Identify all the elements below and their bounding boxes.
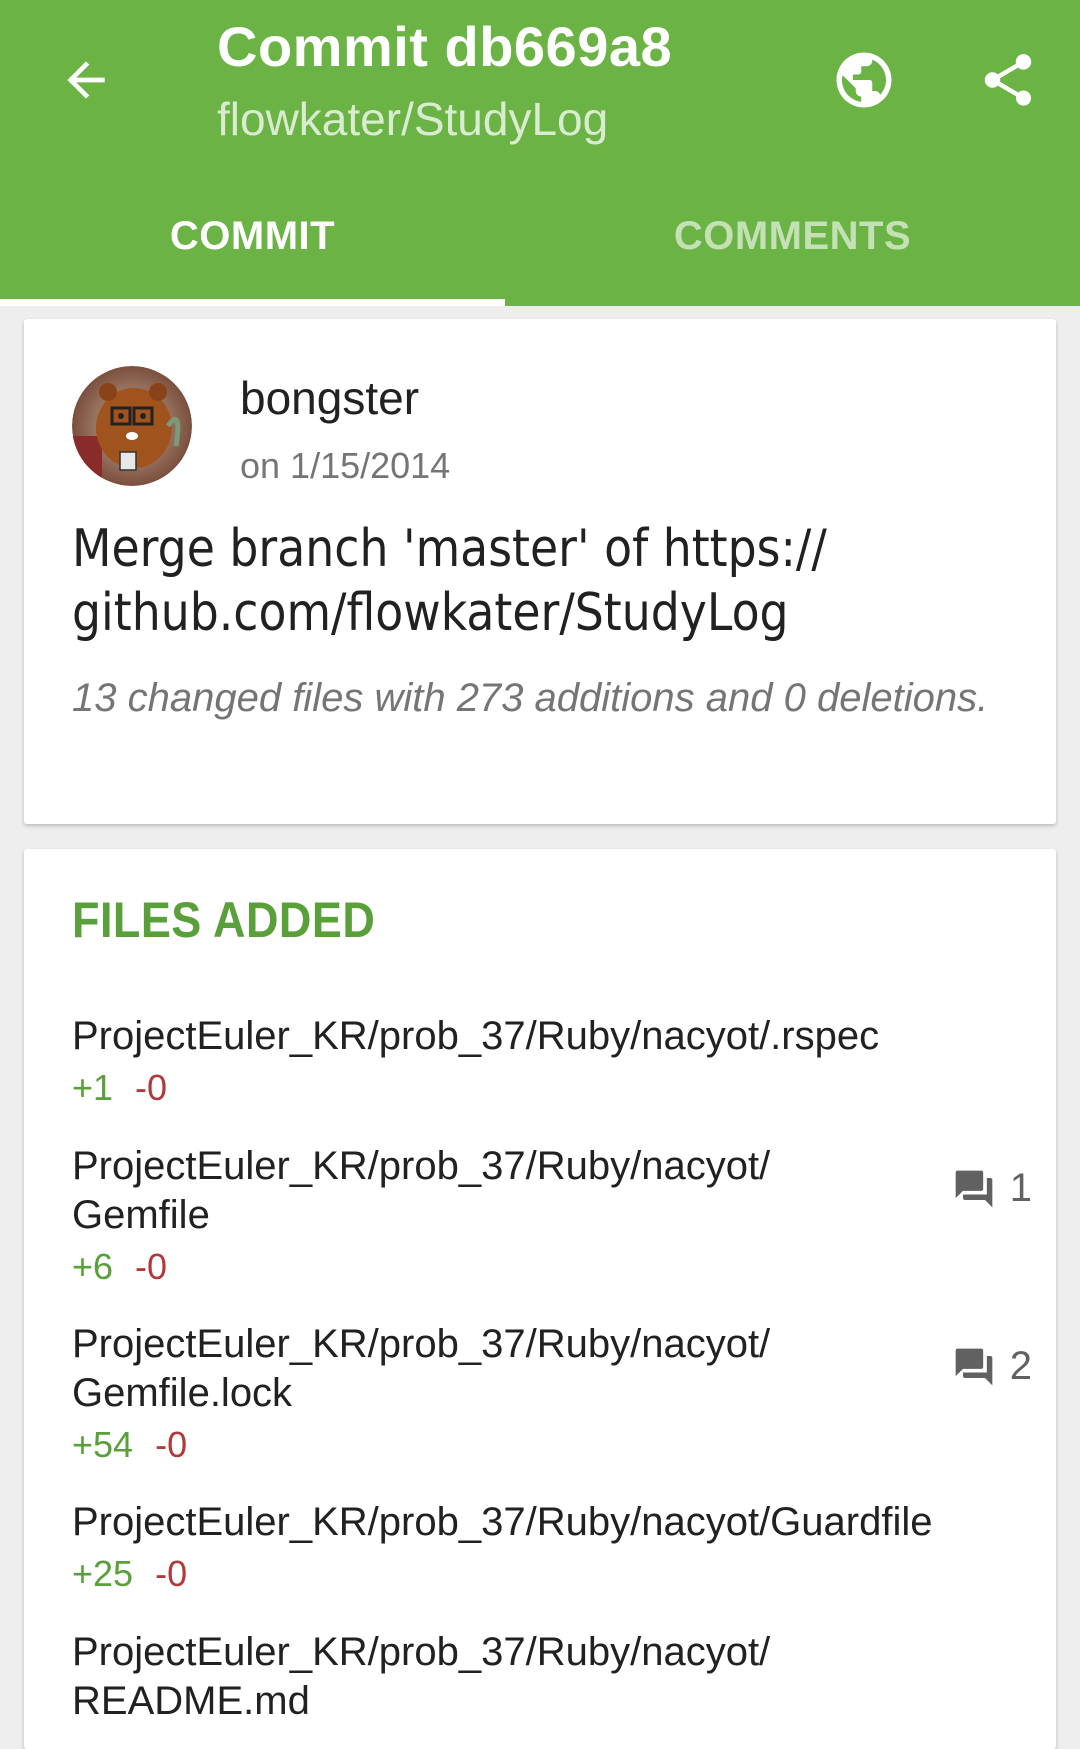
files-section-title: FILES ADDED: [72, 892, 376, 948]
file-path: ProjectEuler_KR/prob_37/Ruby/nacyot/Guar…: [72, 1500, 933, 1544]
file-path: ProjectEuler_KR/prob_37/Ruby/nacyot/ REA…: [72, 1630, 771, 1723]
file-deletions: -0: [135, 1246, 168, 1287]
forum-icon: [955, 1348, 993, 1385]
repo-subtitle: flowkater/StudyLog: [217, 93, 609, 145]
file-additions: +25: [72, 1553, 134, 1594]
file-path: ProjectEuler_KR/prob_37/Ruby/nacyot/.rsp…: [72, 1014, 880, 1058]
file-deletions: -0: [135, 1067, 168, 1108]
tab-commit[interactable]: COMMIT: [0, 196, 505, 276]
file-item[interactable]: ProjectEuler_KR/prob_37/Ruby/nacyot/.rsp…: [72, 1012, 1032, 1109]
file-diff-stats: +1 -0: [72, 1067, 1032, 1109]
comment-count-label: 2: [1009, 1344, 1032, 1388]
comment-count-label: 1: [1009, 1166, 1032, 1210]
tab-comments[interactable]: COMMENTS: [540, 196, 1045, 276]
file-item[interactable]: ProjectEuler_KR/prob_37/Ruby/nacyot/Guar…: [72, 1498, 1032, 1595]
file-path: ProjectEuler_KR/prob_37/Ruby/nacyot/ Gem…: [72, 1144, 771, 1237]
file-diff-stats: +54 -0: [72, 1424, 1032, 1466]
open-in-browser-button[interactable]: [828, 44, 900, 116]
files-card: FILES ADDED ProjectEuler_KR/prob_37/Ruby…: [24, 849, 1056, 1749]
file-comment-count: 1: [952, 1166, 1032, 1211]
file-path: ProjectEuler_KR/prob_37/Ruby/nacyot/ Gem…: [72, 1322, 771, 1415]
avatar[interactable]: [72, 366, 192, 486]
file-comment-count: 2: [952, 1344, 1032, 1389]
commit-message: Merge branch 'master' of https:// github…: [72, 519, 827, 643]
commit-stats: 13 changed files with 273 additions and …: [72, 676, 989, 720]
tab-indicator: [0, 299, 505, 306]
page-title: Commit db669a8: [217, 15, 673, 78]
file-diff-stats: +25 -0: [72, 1553, 1032, 1595]
arrow-back-icon: [67, 61, 105, 99]
share-button[interactable]: [972, 44, 1044, 116]
file-deletions: -0: [155, 1424, 188, 1465]
globe-icon: [836, 52, 892, 108]
file-item[interactable]: ProjectEuler_KR/prob_37/Ruby/nacyot/ Gem…: [72, 1320, 1032, 1466]
file-item[interactable]: ProjectEuler_KR/prob_37/Ruby/nacyot/ REA…: [72, 1628, 1032, 1726]
file-additions: +1: [72, 1067, 114, 1108]
forum-icon: [955, 1170, 993, 1207]
commit-summary-card: bongster on 1/15/2014 Merge branch 'mast…: [24, 319, 1056, 824]
file-diff-stats: +6 -0: [72, 1246, 1032, 1288]
back-button[interactable]: [50, 44, 122, 116]
file-item[interactable]: ProjectEuler_KR/prob_37/Ruby/nacyot/ Gem…: [72, 1142, 1032, 1288]
file-additions: +54: [72, 1424, 134, 1465]
share-icon: [984, 54, 1032, 106]
commit-author[interactable]: bongster: [240, 371, 419, 425]
file-deletions: -0: [155, 1553, 188, 1594]
file-additions: +6: [72, 1246, 114, 1287]
commit-date: on 1/15/2014: [240, 445, 451, 486]
app-bar: Commit db669a8 flowkater/StudyLog COMMIT…: [0, 0, 1080, 306]
user-avatar-icon: [72, 366, 192, 486]
